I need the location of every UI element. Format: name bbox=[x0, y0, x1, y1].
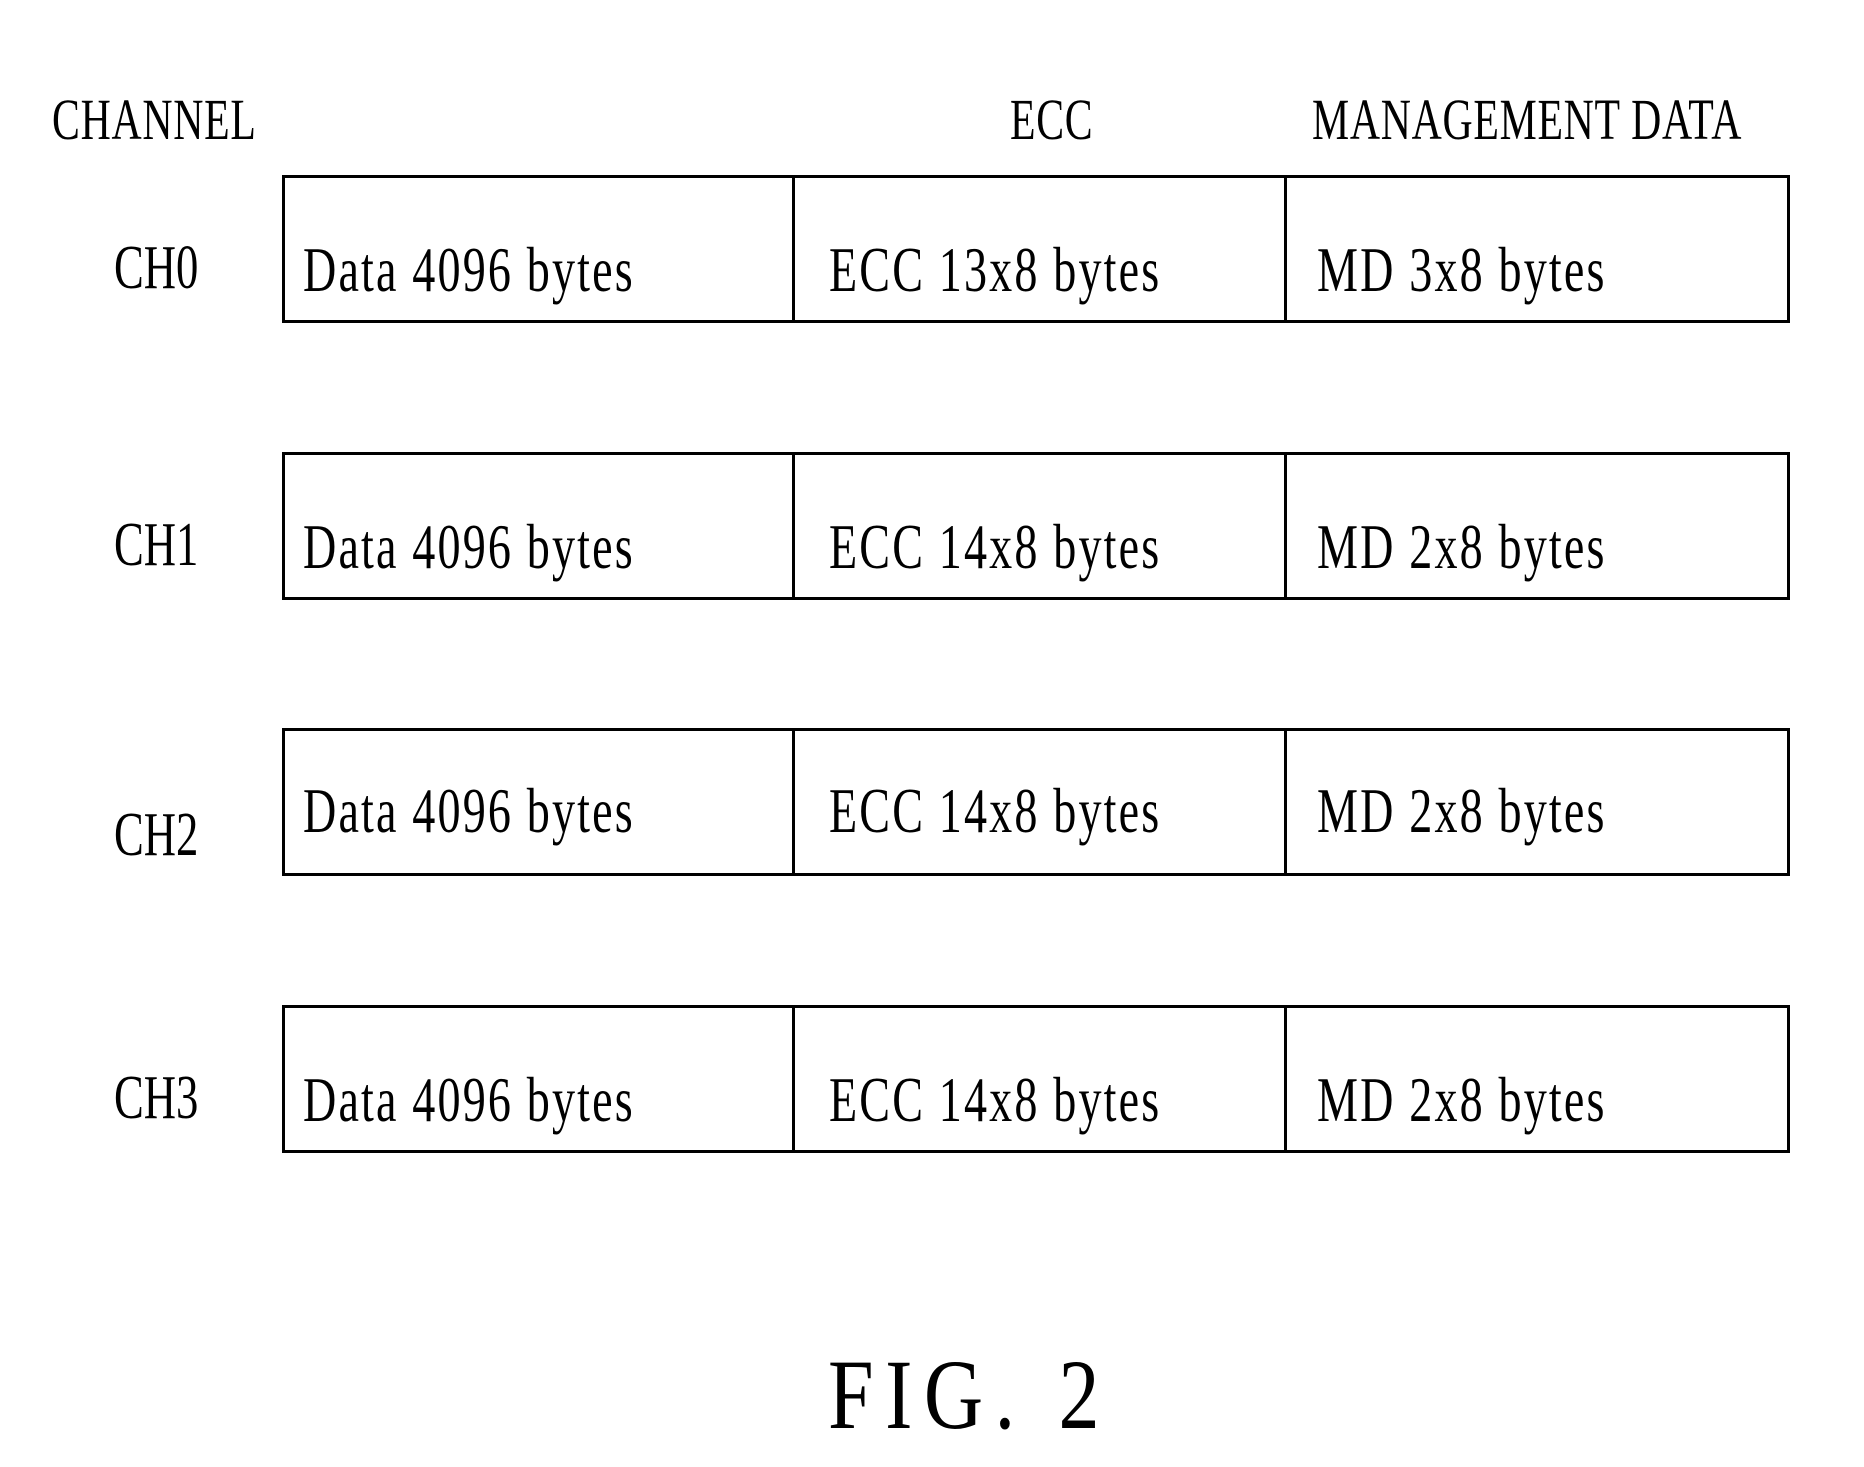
channel-label: CH2 bbox=[114, 801, 199, 869]
channel-label: CH0 bbox=[114, 234, 199, 302]
data-segment-label: Data 4096 bytes bbox=[303, 1064, 635, 1135]
figure-caption: FIG. 2 bbox=[828, 1339, 1112, 1450]
md-segment: MD 3x8 bytes bbox=[1287, 178, 1787, 320]
channel-label: CH3 bbox=[114, 1064, 199, 1132]
data-segment-label: Data 4096 bytes bbox=[303, 234, 635, 305]
channel-row-ch1: CH1 Data 4096 bytes ECC 14x8 bytes MD 2x… bbox=[0, 452, 1864, 602]
md-segment: MD 2x8 bytes bbox=[1287, 455, 1787, 597]
page-layout-box: Data 4096 bytes ECC 14x8 bytes MD 2x8 by… bbox=[282, 1005, 1790, 1153]
page-layout-box: Data 4096 bytes ECC 14x8 bytes MD 2x8 by… bbox=[282, 452, 1790, 600]
channel-row-ch2: CH2 Data 4096 bytes ECC 14x8 bytes MD 2x… bbox=[0, 728, 1864, 878]
md-segment: MD 2x8 bytes bbox=[1287, 731, 1787, 873]
channel-label: CH1 bbox=[114, 511, 199, 579]
md-segment-label: MD 2x8 bytes bbox=[1317, 775, 1607, 846]
ecc-segment: ECC 14x8 bytes bbox=[795, 731, 1287, 873]
data-segment: Data 4096 bytes bbox=[285, 1008, 795, 1150]
management-data-column-header: MANAGEMENT DATA bbox=[1312, 87, 1743, 152]
channel-row-ch3: CH3 Data 4096 bytes ECC 14x8 bytes MD 2x… bbox=[0, 1005, 1864, 1155]
ecc-segment-label: ECC 14x8 bytes bbox=[829, 511, 1162, 582]
page-layout-box: Data 4096 bytes ECC 14x8 bytes MD 2x8 by… bbox=[282, 728, 1790, 876]
page-layout-box: Data 4096 bytes ECC 13x8 bytes MD 3x8 by… bbox=[282, 175, 1790, 323]
data-segment: Data 4096 bytes bbox=[285, 455, 795, 597]
md-segment-label: MD 2x8 bytes bbox=[1317, 511, 1607, 582]
data-segment-label: Data 4096 bytes bbox=[303, 775, 635, 846]
data-segment: Data 4096 bytes bbox=[285, 178, 795, 320]
channel-row-ch0: CH0 Data 4096 bytes ECC 13x8 bytes MD 3x… bbox=[0, 175, 1864, 325]
ecc-segment-label: ECC 13x8 bytes bbox=[829, 234, 1162, 305]
md-segment-label: MD 3x8 bytes bbox=[1317, 234, 1607, 305]
md-segment-label: MD 2x8 bytes bbox=[1317, 1064, 1607, 1135]
data-segment: Data 4096 bytes bbox=[285, 731, 795, 873]
ecc-segment: ECC 14x8 bytes bbox=[795, 455, 1287, 597]
ecc-segment-label: ECC 14x8 bytes bbox=[829, 775, 1162, 846]
md-segment: MD 2x8 bytes bbox=[1287, 1008, 1787, 1150]
ecc-segment: ECC 13x8 bytes bbox=[795, 178, 1287, 320]
ecc-segment-label: ECC 14x8 bytes bbox=[829, 1064, 1162, 1135]
channel-column-header: CHANNEL bbox=[52, 87, 257, 152]
ecc-segment: ECC 14x8 bytes bbox=[795, 1008, 1287, 1150]
data-segment-label: Data 4096 bytes bbox=[303, 511, 635, 582]
ecc-column-header: ECC bbox=[1010, 87, 1094, 152]
